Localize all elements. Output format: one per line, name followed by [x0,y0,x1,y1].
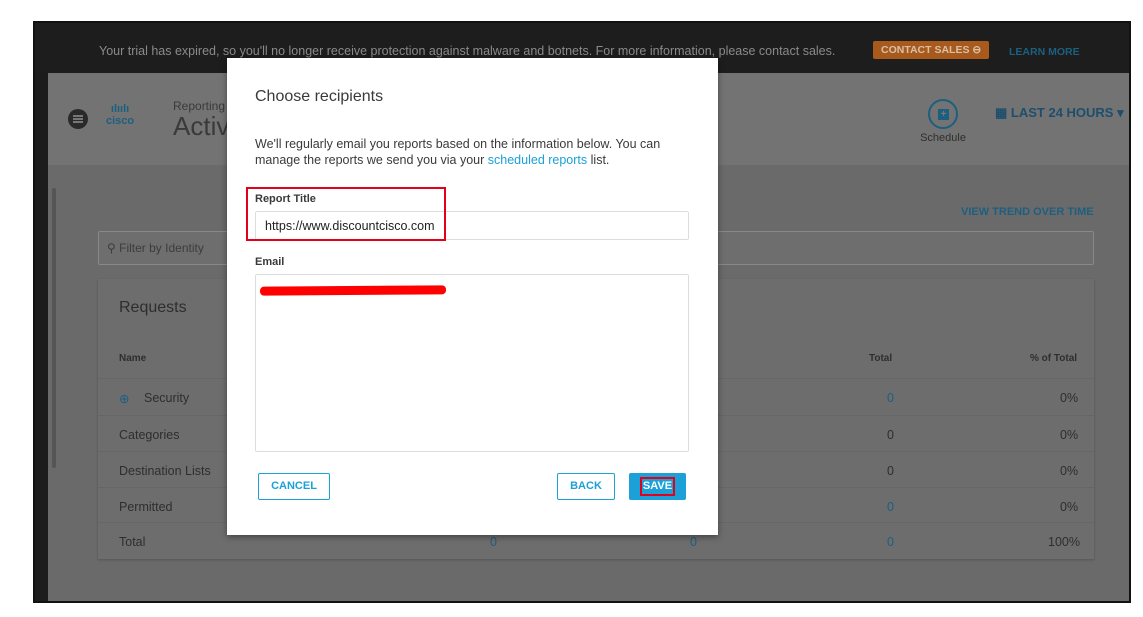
row-pct: 0% [1060,428,1079,442]
time-range-label: LAST 24 HOURS [1010,105,1114,120]
row-total[interactable]: 0 [887,535,894,549]
schedule-icon: + [928,99,958,129]
scheduled-reports-link[interactable]: scheduled reports [488,153,587,167]
row-pct: 0% [1060,391,1079,405]
row-name: Permitted [119,500,173,514]
row-pct: 0% [1060,500,1079,514]
row-name: Categories [119,428,180,442]
contact-sales-label: CONTACT SALES [881,44,970,56]
view-trend-link[interactable]: VIEW TREND OVER TIME [961,206,1094,218]
card-title: Requests [119,299,187,316]
expand-icon[interactable]: ⊕ [119,391,129,406]
row-total[interactable]: 0 [887,391,894,405]
schedule-button[interactable]: + Schedule [918,99,968,144]
page-title: Activ [173,111,230,141]
back-button[interactable]: BACK [557,473,615,500]
cisco-logo: ılıılı cisco [106,103,135,127]
save-button[interactable]: SAVE [629,473,686,500]
row-name: Destination Lists [119,464,211,478]
dialog-title: Choose recipients [255,88,384,105]
row-total[interactable]: 0 [887,500,894,514]
save-label: SAVE [640,477,675,496]
row-pct: 100% [1048,535,1080,549]
cancel-button[interactable]: CANCEL [258,473,330,500]
row-total: 0 [887,428,894,442]
col-total: Total [869,353,893,364]
row-pct: 0% [1060,464,1079,478]
row-name: Security [144,391,190,405]
time-range-dropdown[interactable]: ▦ LAST 24 HOURS ▾ [995,105,1124,121]
col-pct: % of Total [1030,353,1078,364]
learn-more-link[interactable]: LEARN MORE [1009,46,1080,58]
email-textarea[interactable] [255,274,689,452]
row-total: 0 [887,464,894,478]
scrollbar[interactable] [52,188,56,468]
col-name: Name [119,353,147,364]
description-end: list. [590,153,610,167]
banner-text: Your trial has expired, so you'll no lon… [99,44,836,58]
logo-text: cisco [106,115,135,127]
schedule-label: Schedule [920,132,966,144]
row-value[interactable]: 0 [690,535,697,549]
redaction-mark [259,285,447,296]
contact-sales-button[interactable]: CONTACT SALES ⊖ [873,41,990,59]
email-label: Email [255,256,285,268]
row-name: Total [119,535,146,549]
filter-placeholder: Filter by Identity [119,241,204,255]
dialog-description: We'll regularly email you reports based … [255,136,695,168]
choose-recipients-dialog: Choose recipients We'll regularly email … [227,58,718,535]
hamburger-menu-icon[interactable] [68,109,88,129]
row-value[interactable]: 0 [490,535,497,549]
highlight-box [246,187,446,241]
